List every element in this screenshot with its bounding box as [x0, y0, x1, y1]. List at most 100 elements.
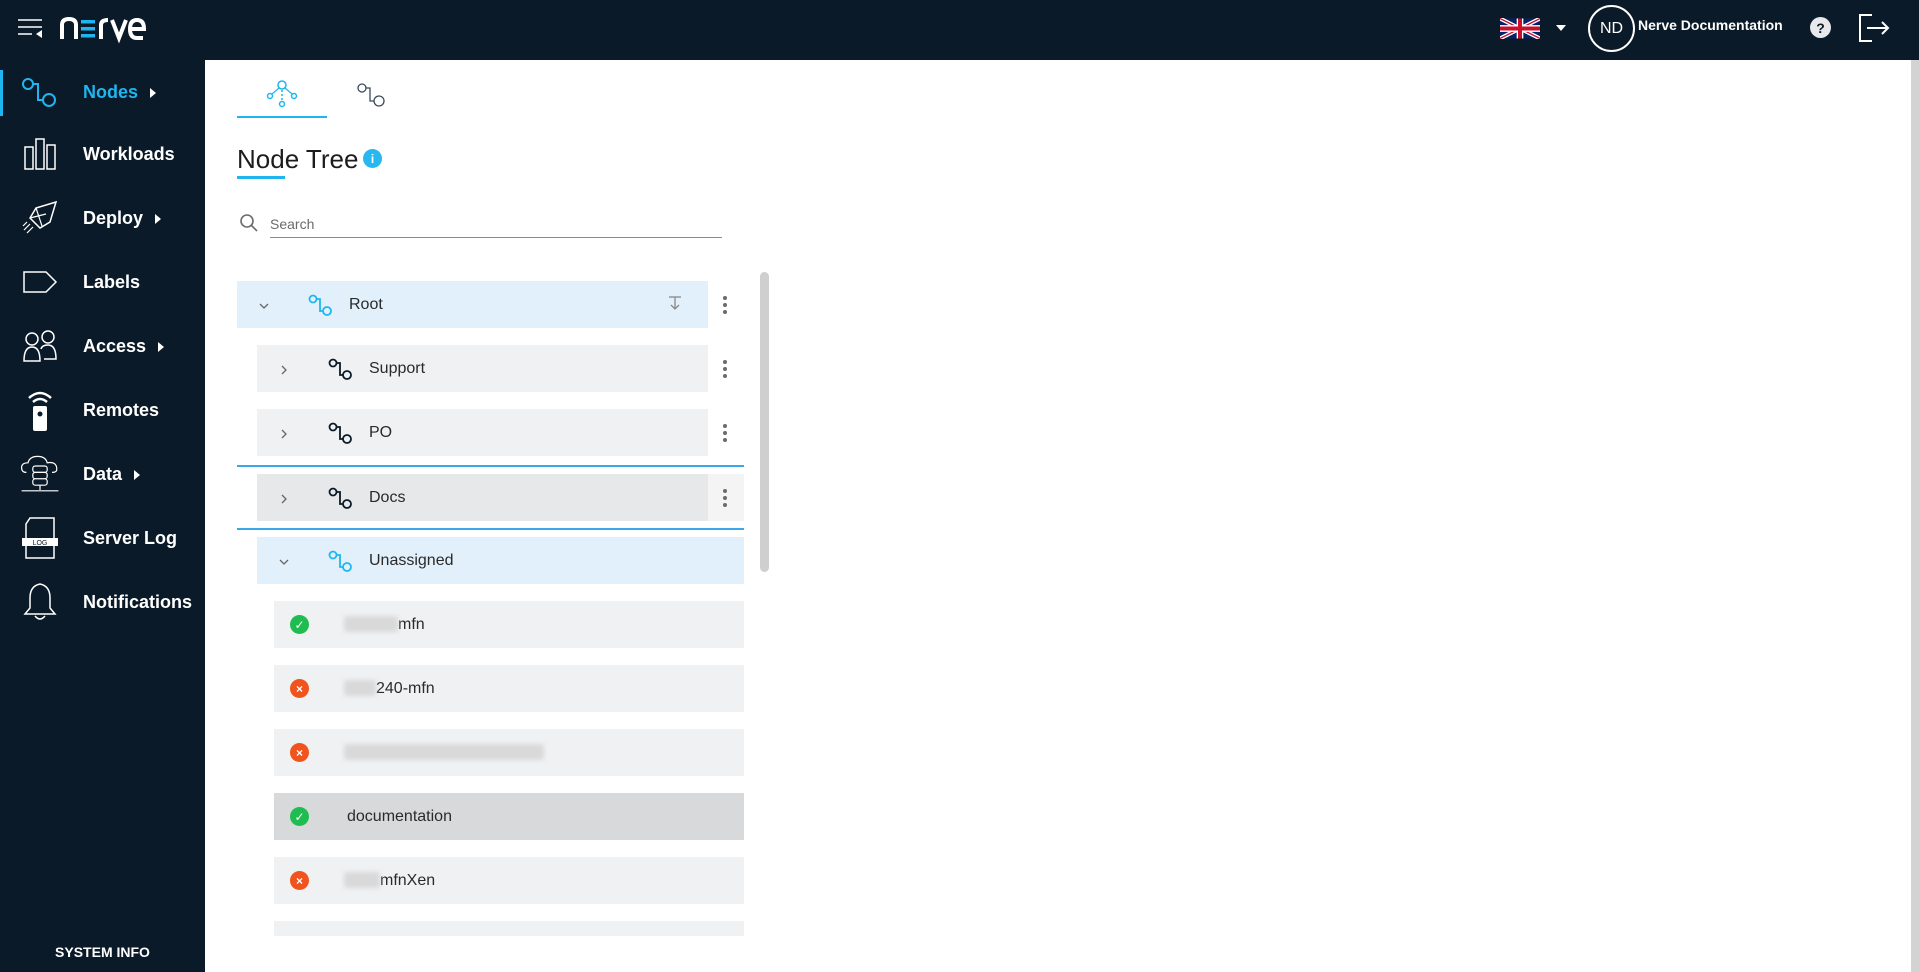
- redacted-text: [344, 744, 544, 761]
- node-row-selected[interactable]: ✓ documentation: [274, 793, 744, 840]
- redacted-text: [344, 680, 376, 697]
- tree-row-support[interactable]: Support: [257, 345, 708, 392]
- logout-icon[interactable]: [1858, 13, 1890, 43]
- node-tree: Root Support PO Docs Unassigned ✓ mfn × …: [237, 270, 777, 936]
- node-group-icon: [328, 422, 352, 444]
- tree-row-po[interactable]: PO: [257, 409, 708, 456]
- chevron-right-icon[interactable]: [279, 365, 289, 375]
- redacted-text: [344, 872, 380, 889]
- sidebar-item-access[interactable]: Access: [0, 316, 205, 376]
- top-bar: ND Nerve Documentation ?: [0, 0, 1919, 60]
- sidebar-item-remotes[interactable]: Remotes: [0, 380, 205, 440]
- submenu-caret-icon: [150, 87, 157, 98]
- node-row[interactable]: × 240-mfn: [274, 665, 744, 712]
- page-scrollbar[interactable]: [1911, 60, 1919, 972]
- sidebar-item-label: Remotes: [83, 399, 160, 420]
- node-name: documentation: [347, 807, 452, 825]
- collapse-all-icon[interactable]: [667, 295, 683, 311]
- node-group-icon: [328, 358, 352, 380]
- chevron-right-icon[interactable]: [279, 429, 289, 439]
- nerve-logo[interactable]: [60, 11, 160, 45]
- help-icon[interactable]: ?: [1810, 17, 1831, 38]
- nodes-icon: [357, 83, 385, 107]
- tree-row-unassigned[interactable]: Unassigned: [257, 537, 744, 584]
- po-more-options-icon[interactable]: [715, 418, 735, 448]
- node-name: mfnXen: [344, 872, 435, 890]
- status-online-icon: ✓: [290, 615, 309, 634]
- node-group-icon: [328, 487, 352, 509]
- node-row[interactable]: ×: [274, 729, 744, 776]
- tab-node-tree[interactable]: [237, 72, 327, 118]
- chevron-right-icon[interactable]: [279, 494, 289, 504]
- sidebar-item-data[interactable]: Data: [0, 444, 205, 504]
- chevron-down-icon[interactable]: [279, 557, 289, 567]
- sidebar-item-label: Deploy: [83, 208, 162, 229]
- support-more-options-icon[interactable]: [715, 354, 735, 384]
- node-row[interactable]: × mfnXen: [274, 857, 744, 904]
- tree-scrollbar[interactable]: [760, 272, 769, 572]
- root-more-options-icon[interactable]: [715, 290, 735, 320]
- sidebar-item-label: Nodes: [83, 82, 157, 103]
- drop-indicator-line: [237, 528, 744, 530]
- sidebar-item-workloads[interactable]: Workloads: [0, 124, 205, 184]
- language-dropdown-caret-icon[interactable]: [1556, 25, 1566, 31]
- sidebar-item-label: Server Log: [83, 527, 178, 548]
- label-tag-icon: [20, 262, 60, 302]
- avatar[interactable]: ND: [1588, 5, 1635, 52]
- remote-icon: [20, 390, 60, 431]
- username[interactable]: Nerve Documentation: [1638, 17, 1783, 33]
- tab-node-list[interactable]: [327, 72, 417, 118]
- submenu-caret-icon: [158, 341, 165, 352]
- rocket-icon: [20, 198, 60, 238]
- node-group-icon: [308, 294, 332, 316]
- sidebar-item-label: Access: [83, 336, 165, 357]
- search-icon: [240, 214, 258, 232]
- submenu-caret-icon: [134, 469, 141, 480]
- tree-row-label: Docs: [369, 488, 406, 506]
- chevron-down-icon[interactable]: [259, 301, 269, 311]
- users-icon: [20, 326, 60, 366]
- tree-row-docs[interactable]: Docs: [257, 474, 744, 521]
- sidebar-item-nodes[interactable]: Nodes: [0, 62, 205, 122]
- node-group-icon: [328, 550, 352, 572]
- tree-row-label: PO: [369, 423, 393, 441]
- node-name: [344, 744, 544, 762]
- svg-text:LOG: LOG: [33, 540, 48, 547]
- sidebar: Nodes Workloads Deploy Labels Access Rem…: [0, 60, 205, 972]
- sidebar-item-label: Workloads: [83, 143, 175, 164]
- bell-icon: [20, 582, 60, 622]
- node-name: mfn: [344, 616, 425, 634]
- tree-row-label: Root: [349, 295, 383, 313]
- sidebar-item-deploy[interactable]: Deploy: [0, 188, 205, 248]
- page-title: Node Tree: [237, 144, 359, 174]
- drop-indicator-line: [237, 465, 744, 467]
- tree-row-label: Support: [369, 359, 426, 377]
- tree-row-root[interactable]: Root: [237, 281, 708, 328]
- tree-icon: [266, 80, 298, 108]
- log-file-icon: LOG: [20, 517, 60, 559]
- sidebar-item-server-log[interactable]: LOG Server Log: [0, 508, 205, 568]
- cloud-database-icon: [20, 454, 60, 494]
- title-underline: [237, 176, 285, 179]
- sidebar-item-label: Labels: [83, 271, 141, 292]
- node-name: 240-mfn: [344, 680, 435, 698]
- uk-flag-icon[interactable]: [1500, 18, 1540, 39]
- info-icon[interactable]: i: [363, 149, 382, 168]
- search-input[interactable]: [270, 210, 722, 238]
- status-online-icon: ✓: [290, 807, 309, 826]
- sidebar-item-notifications[interactable]: Notifications: [0, 572, 205, 632]
- docs-more-options-icon[interactable]: [715, 483, 735, 513]
- status-offline-icon: ×: [290, 743, 309, 762]
- workloads-icon: [20, 134, 60, 174]
- sidebar-item-labels[interactable]: Labels: [0, 252, 205, 312]
- sidebar-item-label: Notifications: [83, 591, 193, 612]
- tree-row-label: Unassigned: [369, 551, 454, 569]
- status-offline-icon: ×: [290, 679, 309, 698]
- system-info-link[interactable]: SYSTEM INFO: [0, 944, 205, 960]
- sidebar-item-label: Data: [83, 464, 141, 485]
- node-row[interactable]: ✓ mfn: [274, 601, 744, 648]
- node-row-partial[interactable]: [274, 921, 744, 936]
- nodes-icon: [20, 72, 60, 112]
- menu-collapse-icon[interactable]: [18, 18, 44, 40]
- redacted-text: [344, 616, 398, 633]
